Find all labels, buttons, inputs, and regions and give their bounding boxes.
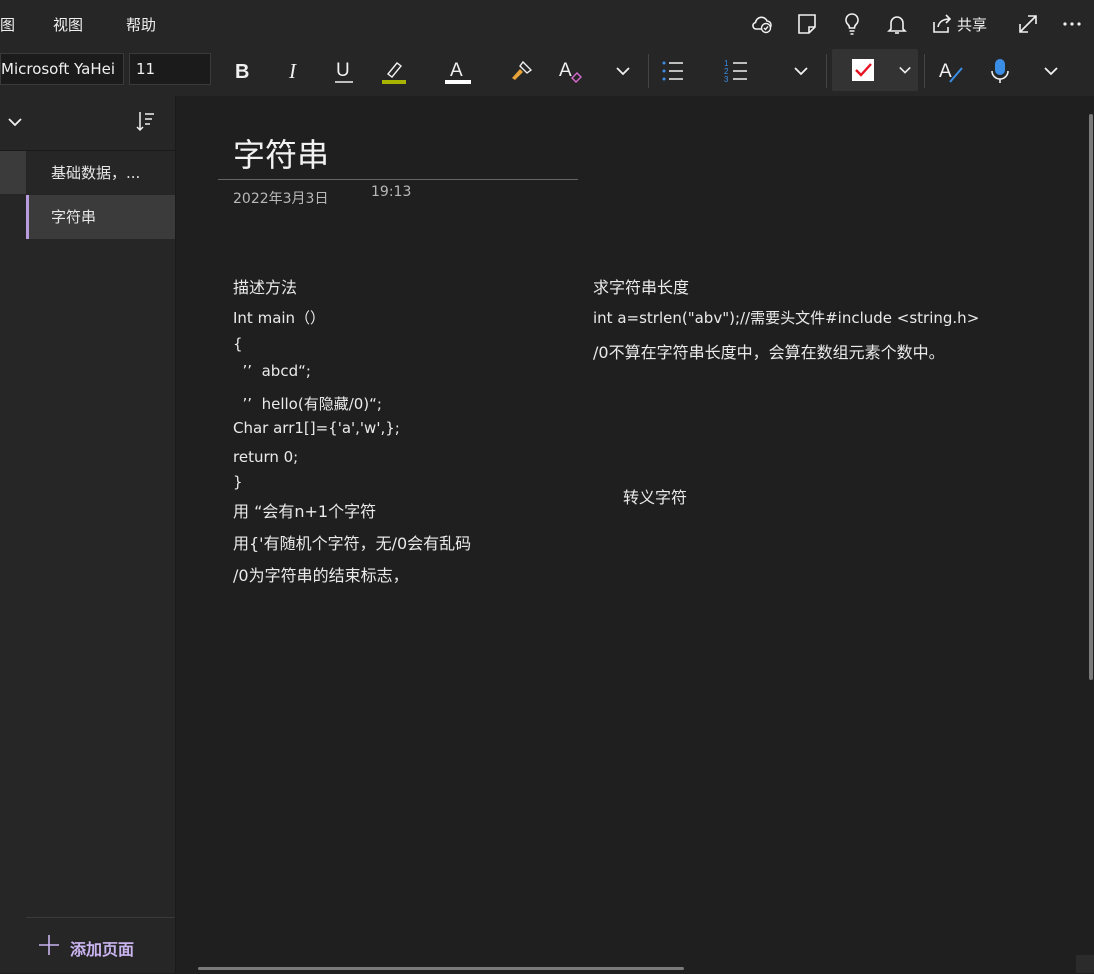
page-time: 19:13 <box>371 184 412 200</box>
highlighter-icon[interactable] <box>379 56 409 86</box>
dictate-icon[interactable] <box>985 56 1015 86</box>
bold-icon[interactable]: B <box>228 56 258 86</box>
note-line[interactable]: int a=strlen("abv");//需要头文件#include <str… <box>593 307 979 328</box>
svg-text:B: B <box>235 61 249 83</box>
add-page-button[interactable]: 添加页面 <box>26 917 175 974</box>
vertical-scrollbar[interactable] <box>1089 114 1093 680</box>
toolbar-divider <box>924 54 925 88</box>
navigation-header <box>0 96 175 151</box>
note-line[interactable]: 求字符串长度 <box>593 274 689 298</box>
note-line[interactable]: ’’ hello(有隐藏/0)“; <box>233 393 382 414</box>
sync-status-icon[interactable] <box>750 12 774 36</box>
svg-text:A: A <box>450 60 463 81</box>
note-line[interactable]: 用{'有随机个字符，无/0会有乱码 <box>233 530 471 554</box>
spell-check-icon[interactable]: A <box>936 56 966 86</box>
svg-text:U: U <box>336 60 350 81</box>
note-canvas[interactable]: 字符串 2022年3月3日 19:13 描述方法 Int main（） { ’’… <box>176 96 1094 973</box>
formatting-toolbar: Microsoft YaHei 11 B I U A A 123 A <box>0 48 1094 97</box>
todo-tag-icon[interactable] <box>848 55 878 85</box>
page-item-selected[interactable]: 字符串 <box>26 195 175 239</box>
toolbar-divider <box>648 54 649 88</box>
svg-text:A: A <box>559 60 572 81</box>
note-line[interactable]: return 0; <box>233 448 298 466</box>
bell-icon[interactable] <box>885 12 909 36</box>
svg-text:3: 3 <box>724 75 729 84</box>
format-painter-icon[interactable] <box>507 56 537 86</box>
todo-tag-button[interactable] <box>832 49 918 91</box>
selected-section[interactable] <box>0 150 26 194</box>
chevron-down-icon[interactable] <box>1036 56 1066 86</box>
note-line[interactable]: /0为字符串的结束标志， <box>233 562 409 586</box>
svg-text:I: I <box>288 59 297 83</box>
chevron-down-icon[interactable] <box>892 55 918 85</box>
title-underline <box>218 179 578 180</box>
horizontal-scrollbar[interactable] <box>198 967 684 970</box>
underline-icon[interactable]: U <box>329 56 359 86</box>
scroll-corner <box>1076 955 1094 973</box>
bullets-icon[interactable] <box>658 56 688 86</box>
toolbar-divider <box>826 54 827 88</box>
note-line[interactable]: } <box>233 473 243 491</box>
numbering-icon[interactable]: 123 <box>722 56 752 86</box>
italic-icon[interactable]: I <box>280 56 310 86</box>
share-button[interactable]: 共享 <box>957 14 987 35</box>
sort-icon[interactable] <box>134 110 156 134</box>
expand-icon[interactable] <box>1016 12 1040 36</box>
top-menu-bar: 图 视图 帮助 共享 <box>0 0 1094 48</box>
notebook-icon[interactable] <box>795 12 819 36</box>
share-icon[interactable] <box>930 12 954 36</box>
menu-item-view-partial[interactable]: 图 <box>0 14 15 35</box>
font-size-input[interactable]: 11 <box>129 53 211 85</box>
note-line[interactable]: Char arr1[]={'a','w',}; <box>233 419 400 437</box>
chevron-down-icon[interactable] <box>786 56 816 86</box>
chevron-down-icon[interactable] <box>608 56 638 86</box>
note-line[interactable]: 转义字符 <box>623 484 687 508</box>
clear-format-icon[interactable]: A <box>557 56 587 86</box>
svg-text:A: A <box>939 61 952 82</box>
font-name-input[interactable]: Microsoft YaHei <box>0 53 124 85</box>
menu-item-view[interactable]: 视图 <box>53 14 83 35</box>
note-line[interactable]: 用 “会有n+1个字符 <box>233 498 376 522</box>
note-line[interactable]: ’’ abcd“; <box>233 362 311 380</box>
note-line[interactable]: { <box>233 335 243 353</box>
lightbulb-icon[interactable] <box>840 12 864 36</box>
page-title[interactable]: 字符串 <box>233 130 329 176</box>
plus-icon <box>38 934 60 956</box>
note-line[interactable]: /0不算在字符串长度中，会算在数组元素个数中。 <box>593 339 945 363</box>
font-color-icon[interactable]: A <box>443 56 473 86</box>
add-page-label: 添加页面 <box>70 940 135 959</box>
menu-item-help[interactable]: 帮助 <box>126 14 156 35</box>
page-item[interactable]: 基础数据，... <box>26 151 175 195</box>
chevron-down-icon[interactable] <box>4 110 26 132</box>
note-line[interactable]: Int main（） <box>233 307 325 328</box>
more-options-icon[interactable] <box>1060 12 1084 36</box>
note-line[interactable]: 描述方法 <box>233 274 297 298</box>
section-column <box>0 96 27 973</box>
page-date: 2022年3月3日 <box>233 191 329 207</box>
